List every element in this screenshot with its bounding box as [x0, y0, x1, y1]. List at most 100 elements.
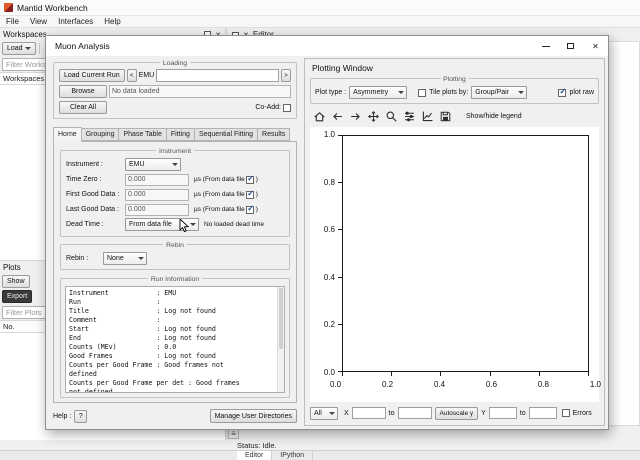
tab-grouping[interactable]: Grouping	[81, 128, 120, 141]
tab-editor[interactable]: Editor	[237, 451, 273, 460]
load-workspace-button[interactable]: Load	[2, 42, 36, 55]
tab-ipython[interactable]: IPython	[272, 451, 314, 460]
manage-user-directories-button[interactable]: Manage User Directories	[209, 409, 297, 423]
load-run-row: Load Current Run < EMU >	[59, 69, 291, 82]
rebin-group: Rebin Rebin : None	[60, 240, 290, 270]
tile-plots-checkbox[interactable]	[418, 88, 427, 97]
workspaces-tree-header-label: Workspaces	[3, 74, 45, 83]
co-add-checkbox[interactable]	[283, 103, 291, 112]
instrument-select[interactable]: EMU	[125, 158, 181, 171]
menu-view[interactable]: View	[30, 17, 47, 26]
autoscale-y-button[interactable]: Autoscale y	[434, 406, 479, 420]
plotting-group-title: Plotting	[440, 74, 469, 84]
last-good-data-field[interactable]: 0.000	[125, 203, 189, 216]
clear-all-row: Clear All Co-Add:	[59, 101, 291, 114]
tile-plots-by-select[interactable]: Group/Pair	[471, 86, 528, 99]
tab-home[interactable]: Home	[53, 127, 82, 142]
last-good-from-file-checkbox[interactable]	[246, 204, 255, 214]
chevron-down-icon	[172, 163, 178, 166]
run-info-line: defined	[69, 370, 97, 378]
x-min-input[interactable]	[351, 407, 386, 419]
muon-tab-bar: Home Grouping Phase Table Fitting Sequen…	[53, 126, 297, 142]
help-label: Help :	[53, 412, 72, 420]
plotting-window-titlebar[interactable]: Plotting Window	[310, 60, 599, 75]
chevron-down-icon	[138, 257, 144, 260]
rebin-label: Rebin :	[66, 255, 89, 262]
instrument-label: Instrument :	[66, 161, 103, 168]
help-button-label: ?	[78, 412, 83, 420]
tab-phase-table[interactable]: Phase Table	[119, 128, 167, 141]
browse-button[interactable]: Browse	[59, 85, 107, 98]
plotting-group: Plotting Plot type : Asymmetry Tile plot…	[310, 74, 599, 104]
main-titlebar[interactable]: Mantid Workbench	[0, 0, 640, 16]
subplots-config-icon[interactable]	[402, 109, 416, 123]
group-selector[interactable]: All	[310, 406, 338, 420]
loading-group-title: Loading	[159, 58, 191, 68]
chevron-down-icon	[518, 91, 525, 94]
dialog-footer: Help : ? Manage User Directories	[53, 408, 297, 424]
run-info-line: Counts per Good Frame per det : Good fra…	[69, 379, 240, 387]
run-info-scrollbar[interactable]	[277, 287, 284, 392]
next-run-button[interactable]: >	[281, 69, 291, 82]
run-information-title: Run Information	[147, 274, 203, 284]
tab-fitting[interactable]: Fitting	[166, 128, 195, 141]
x-range-label: X	[344, 409, 349, 417]
home-icon[interactable]	[312, 109, 326, 123]
load-current-run-button[interactable]: Load Current Run	[59, 69, 125, 82]
forward-icon[interactable]	[348, 109, 362, 123]
rebin-select[interactable]: None	[103, 252, 147, 265]
plots-number-header-label: No.	[3, 322, 15, 331]
time-zero-field[interactable]: 0.000	[125, 173, 189, 186]
help-button[interactable]: ?	[74, 409, 88, 423]
first-good-from-file-checkbox[interactable]	[246, 189, 255, 199]
minimize-button[interactable]	[533, 36, 558, 56]
maximize-icon	[567, 43, 574, 49]
previous-run-button[interactable]: <	[126, 69, 137, 82]
back-icon[interactable]	[330, 109, 344, 123]
show-hide-legend-button[interactable]: Show/hide legend	[463, 112, 525, 121]
x-max-input[interactable]	[397, 407, 432, 419]
pan-icon[interactable]	[366, 109, 380, 123]
minimize-icon	[541, 45, 550, 47]
y-max-input[interactable]	[528, 407, 557, 419]
tab-results[interactable]: Results	[258, 128, 291, 141]
muon-controls-pane: Loading Load Current Run < EMU > Browse …	[46, 56, 304, 429]
chevron-down-icon	[398, 91, 405, 94]
suffix-close: )	[255, 176, 258, 183]
plot-type-label: Plot type :	[315, 89, 347, 96]
close-button[interactable]	[583, 36, 608, 56]
customize-axes-icon[interactable]	[420, 109, 434, 123]
co-add-label: Co-Add:	[255, 104, 281, 111]
errors-checkbox[interactable]	[561, 409, 570, 417]
run-information-text[interactable]: Instrument : EMU Run : Title : Log not f…	[65, 286, 285, 393]
clear-all-label: Clear All	[69, 104, 97, 111]
run-number-input[interactable]	[156, 69, 279, 82]
plot-range-controls: All X to Autoscale y Y to Errors	[310, 405, 599, 421]
scrollbar-thumb[interactable]	[279, 288, 283, 349]
save-icon[interactable]	[438, 109, 452, 123]
maximize-button[interactable]	[558, 36, 583, 56]
plot-canvas[interactable]: 1.0 0.8 0.6 0.4 0.2 0.0 0.0 0.2 0.4 0.6 …	[310, 127, 601, 402]
plots-show-button[interactable]: Show	[2, 275, 30, 288]
y-min-input[interactable]	[488, 407, 517, 419]
chevron-down-icon	[329, 411, 335, 415]
tile-plots-label: Tile plots by:	[429, 89, 469, 96]
tab-sequential-fitting[interactable]: Sequential Fitting	[194, 128, 259, 141]
zoom-icon[interactable]	[384, 109, 398, 123]
plots-export-button[interactable]: Export	[2, 290, 33, 303]
dialog-titlebar[interactable]: Muon Analysis	[46, 36, 608, 56]
run-info-line: Counts per Good Frame : Good frames not	[69, 361, 224, 369]
x-axis-tick-marks	[342, 372, 589, 376]
plot-raw-checkbox[interactable]	[558, 87, 567, 97]
instrument-group-title: Instrument	[155, 146, 195, 156]
chevron-down-icon	[190, 223, 196, 226]
first-good-data-field[interactable]: 0.000	[125, 188, 189, 201]
plot-type-select[interactable]: Asymmetry	[349, 86, 408, 99]
menu-help[interactable]: Help	[104, 17, 120, 26]
from-data-file-label: µs (From data file	[194, 191, 245, 198]
from-data-file-label: µs (From data file	[194, 206, 245, 213]
time-zero-from-file-checkbox[interactable]	[246, 174, 255, 184]
menu-interfaces[interactable]: Interfaces	[58, 17, 93, 26]
menu-file[interactable]: File	[6, 17, 19, 26]
clear-all-button[interactable]: Clear All	[59, 101, 107, 114]
